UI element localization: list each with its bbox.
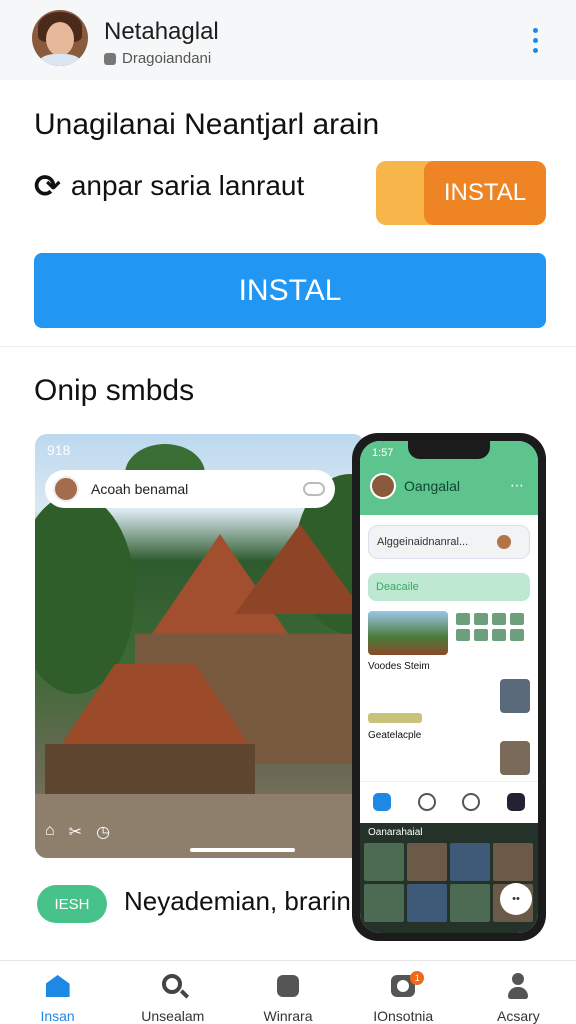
clock-icon[interactable]: ◷	[96, 822, 110, 842]
phone-thumbnail-grid	[456, 613, 532, 641]
tab-label: Insan	[40, 1008, 75, 1024]
sync-row: ⟳ anpar saria lanraut	[34, 170, 304, 202]
phone-mockup[interactable]: 1:57 Oangalal ⋯ Alggeinaidnanral... Deac…	[352, 433, 546, 941]
phone-play-button[interactable]: ••	[500, 883, 532, 915]
tab-label: Winrara	[263, 1008, 313, 1024]
screenshot-temple[interactable]: 918 Acoah benamal ⌂ ✂ ◷	[35, 434, 365, 858]
notification-text: Acoah benamal	[91, 481, 189, 497]
section-title: Onip smbds	[34, 374, 195, 407]
phone-refresh-icon[interactable]	[417, 792, 436, 811]
install-small-label: INSTAL	[424, 161, 546, 225]
avatar-face	[46, 22, 74, 56]
notification-pill[interactable]: Acoah benamal	[45, 470, 335, 508]
phone-label: Voodes Steim	[368, 661, 430, 672]
tab-messages[interactable]: 1 IOnsotnia	[346, 961, 461, 1024]
user-subtitle: Dragoiandani	[104, 50, 211, 67]
user-name: Netahaglal	[104, 18, 219, 45]
phone-notch	[408, 441, 490, 459]
phone-screen: 1:57 Oangalal ⋯ Alggeinaidnanral... Deac…	[360, 441, 538, 933]
phone-more-icon[interactable]: ⋯	[510, 477, 524, 494]
phone-search-text: Alggeinaidnanral...	[377, 536, 469, 548]
phone-nav	[360, 781, 538, 821]
tab-account[interactable]: Acsary	[461, 961, 576, 1024]
toggle-icon[interactable]	[303, 482, 325, 496]
phone-gallery: Oanarahaial ••	[360, 823, 538, 933]
phone-green-bar-text: Deacaile	[376, 581, 419, 593]
sync-text: anpar saria lanraut	[70, 170, 305, 201]
category-text: Neyademian, brarin	[124, 886, 350, 916]
lock-icon	[104, 52, 116, 65]
puzzle-icon	[277, 975, 299, 997]
status-time: 918	[47, 442, 71, 458]
home-icon[interactable]: ⌂	[45, 822, 55, 842]
install-button[interactable]: INSTAL	[34, 253, 546, 328]
phone-gallery-title: Oanarahaial	[368, 827, 423, 838]
user-subtitle-text: Dragoiandani	[122, 50, 212, 67]
phone-photo[interactable]	[500, 679, 530, 713]
notification-avatar	[53, 476, 79, 502]
screenshot-toolbar: ⌂ ✂ ◷	[45, 822, 110, 842]
phone-search-avatar	[497, 535, 511, 549]
phone-photo[interactable]	[500, 741, 530, 775]
phone-contact-name: Oangalal	[404, 478, 461, 494]
kebab-menu-icon[interactable]	[526, 26, 546, 56]
phone-profile-icon[interactable]	[506, 792, 525, 811]
tab-label: IOnsotnia	[373, 1008, 434, 1024]
tab-extensions[interactable]: Winrara	[230, 961, 345, 1024]
phone-status-time: 1:57	[372, 447, 394, 459]
search-icon	[161, 974, 182, 994]
phone-green-bar[interactable]: Deacaile	[368, 573, 530, 601]
tab-home[interactable]: Insan	[0, 961, 115, 1024]
user-avatar[interactable]	[32, 10, 88, 66]
phone-search-bar[interactable]: Alggeinaidnanral...	[368, 525, 530, 559]
tab-search[interactable]: Unsealam	[115, 961, 230, 1024]
divider	[0, 346, 576, 347]
phone-contact-avatar	[370, 473, 396, 499]
profile-header: Netahaglal Dragoiandani	[0, 0, 576, 80]
phone-label: Geatelacple	[368, 730, 422, 741]
person-icon	[508, 973, 529, 1001]
phone-app-icon[interactable]	[373, 792, 392, 811]
notification-badge: 1	[410, 971, 425, 985]
avatar-body	[38, 54, 82, 66]
bottom-tab-bar: Insan Unsealam Winrara 1 IOnsotnia Acsar…	[0, 960, 576, 1024]
tab-label: Acsary	[497, 1008, 540, 1024]
tab-label: Unsealam	[141, 1008, 205, 1024]
phone-photo-temple[interactable]	[368, 611, 448, 655]
phone-tag	[368, 713, 422, 723]
install-small-button[interactable]: INSTAL	[376, 161, 546, 225]
category-tag[interactable]: IESH	[37, 885, 107, 923]
sync-icon: ⟳	[34, 168, 61, 204]
scissors-icon[interactable]: ✂	[69, 822, 82, 842]
app-title: Unagilanai Neantjarl arain	[34, 108, 380, 141]
phone-chat-icon[interactable]	[462, 792, 481, 811]
home-indicator	[190, 848, 295, 852]
home-icon	[45, 975, 70, 997]
